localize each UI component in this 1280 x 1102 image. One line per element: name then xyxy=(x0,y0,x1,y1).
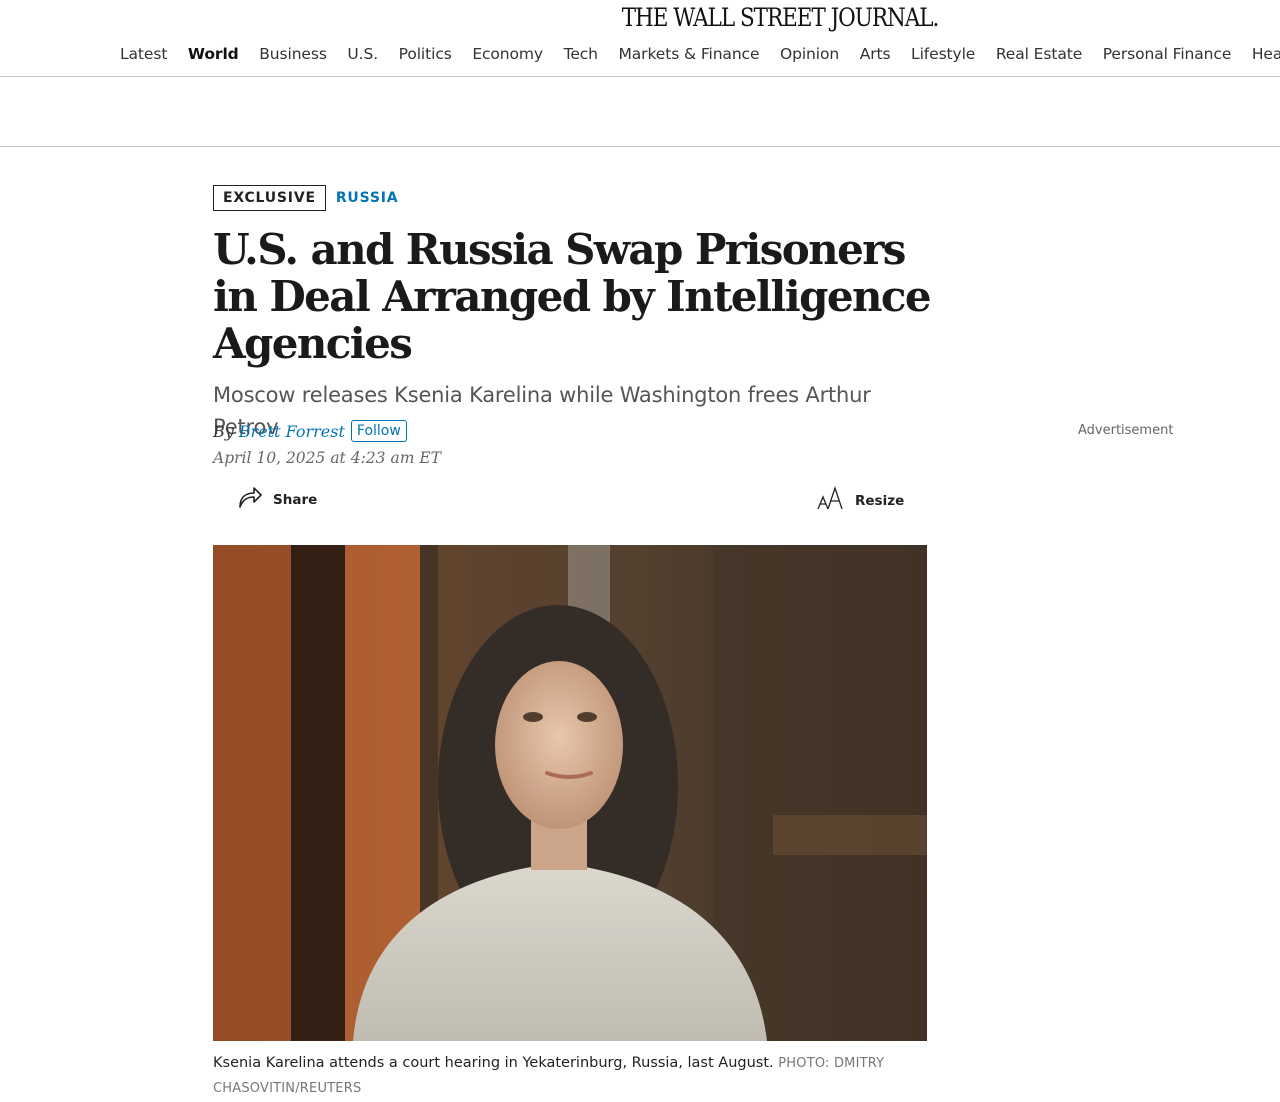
nav-item-business[interactable]: Business xyxy=(259,45,327,63)
nav-item-latest[interactable]: Latest xyxy=(120,45,167,63)
article-tags: EXCLUSIVE RUSSIA xyxy=(213,184,933,212)
nav-item-opinion[interactable]: Opinion xyxy=(780,45,839,63)
nav-item-personal-finance[interactable]: Personal Finance xyxy=(1103,45,1232,63)
resize-button[interactable]: Resize xyxy=(817,485,904,516)
nav-item-economy[interactable]: Economy xyxy=(472,45,543,63)
nav-item-tech[interactable]: Tech xyxy=(564,45,598,63)
hero-image xyxy=(213,545,927,1041)
nav-item-arts[interactable]: Arts xyxy=(860,45,891,63)
article-headline: U.S. and Russia Swap Prisoners in Deal A… xyxy=(213,225,932,368)
nav-item-politics[interactable]: Politics xyxy=(399,45,452,63)
byline: By Brett Forrest Follow xyxy=(213,420,407,442)
section-nav-list: Latest World Business U.S. Politics Economy Te… xyxy=(120,45,1280,63)
image-caption: Ksenia Karelina attends a court hearing … xyxy=(213,1051,913,1101)
top-ad-slot xyxy=(0,77,1280,147)
resize-label: Resize xyxy=(855,492,905,509)
nav-item-health[interactable]: Health xyxy=(1252,45,1280,63)
section-nav: Latest World Business U.S. Politics Economy Te… xyxy=(0,38,1280,77)
share-arrow-icon xyxy=(237,485,263,514)
nav-item-u-s[interactable]: U.S. xyxy=(347,45,378,63)
masthead: THE WALL STREET JOURNAL. xyxy=(0,0,1280,36)
follow-author-button[interactable]: Follow xyxy=(350,420,407,442)
article: EXCLUSIVE RUSSIA U.S. and Russia Swap Pr… xyxy=(213,184,933,443)
publish-timestamp: April 10, 2025 at 4:23 am ET xyxy=(213,449,441,467)
share-button[interactable]: Share xyxy=(237,485,317,514)
wsj-logo[interactable]: THE WALL STREET JOURNAL. xyxy=(622,3,940,32)
nav-item-real-estate[interactable]: Real Estate xyxy=(996,45,1082,63)
author-link[interactable]: Brett Forrest xyxy=(239,422,345,441)
nav-item-world[interactable]: World xyxy=(188,45,239,63)
share-label: Share xyxy=(273,491,318,508)
advertisement-label: Advertisement xyxy=(1078,423,1174,438)
exclusive-flag: EXCLUSIVE xyxy=(213,185,326,211)
section-link-russia[interactable]: RUSSIA xyxy=(336,190,399,206)
nav-item-markets-finance[interactable]: Markets & Finance xyxy=(619,45,760,63)
caption-text: Ksenia Karelina attends a court hearing … xyxy=(213,1055,774,1071)
hero-photo xyxy=(213,545,927,1041)
byline-prefix: By xyxy=(213,421,234,441)
nav-item-lifestyle[interactable]: Lifestyle xyxy=(911,45,975,63)
text-resize-icon xyxy=(817,485,845,516)
